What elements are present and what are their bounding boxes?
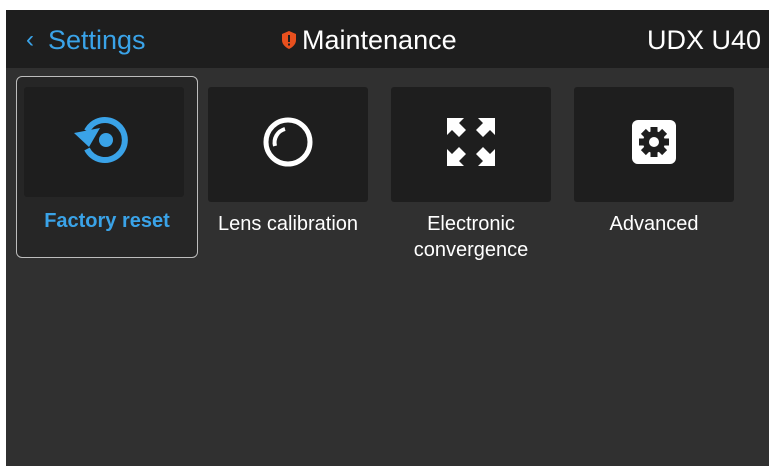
back-button[interactable]: ‹ Settings [26,20,146,60]
header-bar: ‹ Settings Maintenance UDX U40 [6,10,769,68]
back-label: Settings [48,24,146,55]
page-title-text: Maintenance [302,24,457,55]
tile-label-advanced: Advanced [609,213,699,235]
tile-label-line2: convergence [413,239,529,261]
chevron-left-icon: ‹ [26,26,34,53]
tile-lens-calibration[interactable]: Lens calibration [208,87,368,267]
tile-electronic-convergence[interactable]: Electronic convergence [391,87,551,267]
tile-factory-reset[interactable]: Factory reset [16,76,198,258]
model-name: UDX U40 [646,24,761,55]
page-title: Maintenance [280,20,457,60]
warning-shield-icon [280,30,298,50]
tile-icon-box [391,87,551,202]
tile-label-electronic-convergence: Electronic convergence [381,211,561,263]
convergence-icon [445,116,497,173]
gear-icon [630,118,678,171]
tile-icon-box [574,87,734,202]
tile-icon-box [24,87,184,197]
tile-label-line1: Electronic [427,213,515,235]
tile-label-lens-calibration: Lens calibration [217,213,359,235]
factory-reset-icon [71,107,137,178]
tile-icon-box [208,87,368,202]
lens-icon [258,112,318,177]
screen: ‹ Settings Maintenance UDX U40 Factory r… [6,10,769,466]
tile-label-factory-reset: Factory reset [44,210,170,232]
tile-advanced[interactable]: Advanced [574,87,734,267]
